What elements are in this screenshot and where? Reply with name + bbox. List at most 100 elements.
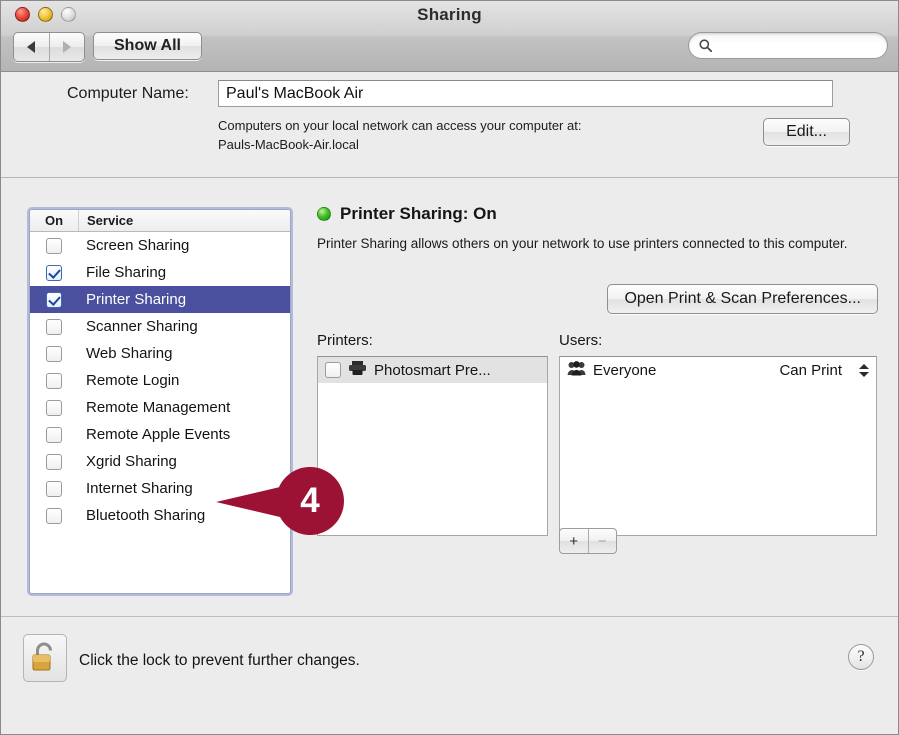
service-name: Xgrid Sharing xyxy=(86,453,177,470)
service-checkbox[interactable] xyxy=(46,480,62,497)
service-checkbox-cell xyxy=(30,399,78,416)
remove-user-button: − xyxy=(587,529,617,553)
service-row[interactable]: Internet Sharing xyxy=(30,475,290,502)
service-row[interactable]: Remote Management xyxy=(30,394,290,421)
search-input[interactable] xyxy=(718,37,877,54)
service-description: Printer Sharing allows others on your ne… xyxy=(317,236,848,251)
service-checkbox[interactable] xyxy=(46,291,62,308)
service-checkbox-cell xyxy=(30,480,78,497)
service-checkbox-cell xyxy=(30,318,78,335)
sharing-body: On Service Screen Sharing File Sharing Pri… xyxy=(1,178,898,616)
lock-button[interactable] xyxy=(23,634,67,682)
printer-checkbox[interactable] xyxy=(325,362,341,378)
computer-name-section: Computer Name: Computers on your local n… xyxy=(1,72,898,178)
show-all-button[interactable]: Show All xyxy=(93,32,202,60)
service-name: Remote Login xyxy=(86,372,180,389)
column-header-on: On xyxy=(30,210,79,231)
users-label: Users: xyxy=(559,332,603,349)
printers-list[interactable]: Photosmart Pre... xyxy=(317,356,548,536)
printer-icon xyxy=(348,360,367,380)
service-checkbox-cell xyxy=(30,426,78,443)
add-user-button[interactable]: + xyxy=(560,529,588,553)
user-name: Everyone xyxy=(593,361,657,379)
network-access-line: Computers on your local network can acce… xyxy=(218,118,582,133)
service-name: Remote Management xyxy=(86,399,231,416)
user-rows: Everyone Can Print xyxy=(560,357,876,383)
service-checkbox-cell xyxy=(30,264,78,281)
column-header-service: Service xyxy=(87,213,134,228)
service-row[interactable]: Bluetooth Sharing xyxy=(30,502,290,529)
service-checkbox[interactable] xyxy=(46,372,62,389)
service-row[interactable]: Remote Login xyxy=(30,367,290,394)
service-checkbox-cell xyxy=(30,345,78,362)
user-permission-value[interactable]: Can Print xyxy=(779,362,842,379)
stepper-up-icon xyxy=(858,363,869,369)
service-checkbox[interactable] xyxy=(46,507,62,524)
service-status: Printer Sharing: On xyxy=(317,204,878,224)
search-field[interactable] xyxy=(688,32,888,59)
service-name: Bluetooth Sharing xyxy=(86,507,206,524)
service-checkbox[interactable] xyxy=(46,237,62,254)
search-icon xyxy=(699,39,712,52)
service-row[interactable]: Xgrid Sharing xyxy=(30,448,290,475)
services-rows: Screen Sharing File Sharing Printer Sharin… xyxy=(30,232,290,529)
service-row[interactable]: Printer Sharing xyxy=(30,286,290,313)
group-users-icon xyxy=(567,360,586,380)
services-list[interactable]: On Service Screen Sharing File Sharing Pri… xyxy=(29,209,291,594)
back-button[interactable] xyxy=(14,33,49,61)
add-remove-user-buttons: + − xyxy=(559,528,617,554)
computer-name-label: Computer Name: xyxy=(67,85,189,102)
service-checkbox[interactable] xyxy=(46,318,62,335)
computer-name-input[interactable] xyxy=(218,80,833,107)
service-checkbox[interactable] xyxy=(46,399,62,416)
navigation-buttons xyxy=(13,32,85,62)
status-led-icon xyxy=(317,207,331,221)
printers-label: Printers: xyxy=(317,332,373,349)
service-name: Web Sharing xyxy=(86,345,173,362)
service-checkbox[interactable] xyxy=(46,426,62,443)
printer-rows: Photosmart Pre... xyxy=(318,357,547,383)
printer-row[interactable]: Photosmart Pre... xyxy=(318,357,547,383)
edit-hostname-button[interactable]: Edit... xyxy=(763,118,850,146)
service-row[interactable]: Scanner Sharing xyxy=(30,313,290,340)
users-column: Users: Everyone Can Print xyxy=(559,332,877,536)
stepper-down-icon xyxy=(858,371,869,377)
service-name: Printer Sharing xyxy=(86,291,187,308)
service-checkbox[interactable] xyxy=(46,264,62,281)
unlocked-padlock-icon xyxy=(32,642,52,671)
window-title: Sharing xyxy=(417,5,482,24)
services-list-header: On Service xyxy=(30,210,290,232)
service-checkbox-cell xyxy=(30,372,78,389)
service-checkbox-cell xyxy=(30,291,78,308)
preferences-footer: Click the lock to prevent further change… xyxy=(1,616,898,701)
service-row[interactable]: Web Sharing xyxy=(30,340,290,367)
service-name: File Sharing xyxy=(86,264,167,281)
computer-name-note: Computers on your local network can acce… xyxy=(218,116,738,154)
service-checkbox-cell xyxy=(30,453,78,470)
service-checkbox[interactable] xyxy=(46,345,62,362)
chevron-left-icon xyxy=(27,41,36,53)
open-print-scan-preferences-button[interactable]: Open Print & Scan Preferences... xyxy=(607,284,878,314)
service-checkbox-cell xyxy=(30,507,78,524)
service-name: Remote Apple Events xyxy=(86,426,231,443)
help-button[interactable]: ? xyxy=(848,644,874,670)
service-row[interactable]: File Sharing xyxy=(30,259,290,286)
service-row[interactable]: Screen Sharing xyxy=(30,232,290,259)
service-name: Screen Sharing xyxy=(86,237,190,254)
local-hostname: Pauls-MacBook-Air.local xyxy=(218,137,359,152)
service-checkbox[interactable] xyxy=(46,453,62,470)
window-titlebar: Sharing Show All xyxy=(1,1,898,72)
service-row[interactable]: Remote Apple Events xyxy=(30,421,290,448)
forward-button xyxy=(48,33,85,61)
lock-hint-text: Click the lock to prevent further change… xyxy=(79,652,360,669)
service-status-title: Printer Sharing: On xyxy=(340,204,497,223)
user-row[interactable]: Everyone Can Print xyxy=(560,357,876,383)
printers-column: Printers: Photosmart Pre... xyxy=(317,332,548,536)
service-name: Scanner Sharing xyxy=(86,318,198,335)
users-list[interactable]: Everyone Can Print xyxy=(559,356,877,536)
chevron-right-icon xyxy=(62,41,71,53)
sharing-preferences-window: Sharing Show All Computer Name: Computer… xyxy=(0,0,899,735)
permission-stepper[interactable] xyxy=(858,361,869,379)
printer-name: Photosmart Pre... xyxy=(374,361,491,379)
service-detail-panel: Printer Sharing: On Printer Sharing allo… xyxy=(317,204,878,554)
